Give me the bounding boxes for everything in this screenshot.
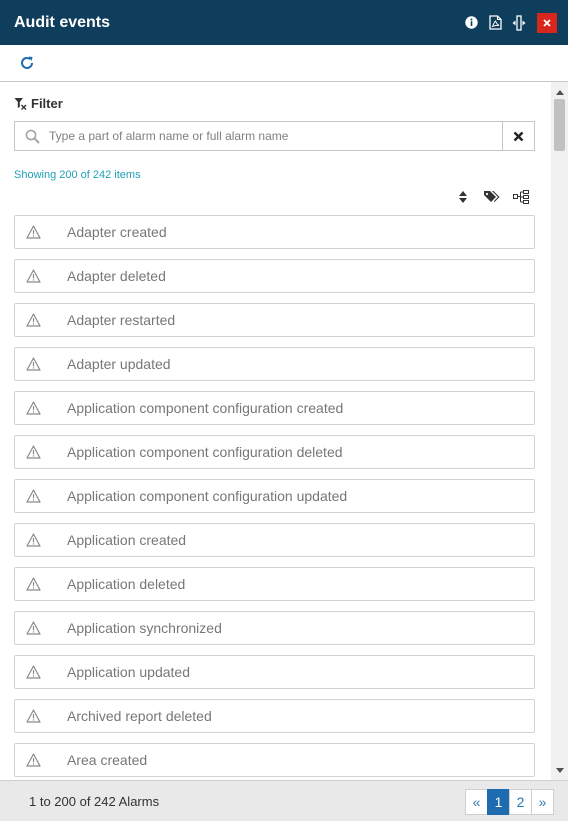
pager-page-1[interactable]: 1 <box>487 789 510 815</box>
pager-next[interactable]: » <box>531 789 554 815</box>
list-item[interactable]: Application component configuration crea… <box>14 391 535 425</box>
filter-icon <box>14 98 27 110</box>
refresh-icon[interactable] <box>18 54 36 72</box>
content-area: Filter Showing 200 of 242 items Adapter … <box>0 82 551 780</box>
warning-icon <box>26 269 46 283</box>
scroll-down-arrow-icon[interactable] <box>551 763 568 777</box>
list-item-label: Archived report deleted <box>67 708 212 724</box>
list-item[interactable]: Adapter deleted <box>14 259 535 293</box>
scrollbar-thumb[interactable] <box>554 99 565 151</box>
list-item-label: Adapter created <box>67 224 167 240</box>
toolbar <box>0 45 568 82</box>
window-title: Audit events <box>14 13 111 31</box>
tree-icon[interactable] <box>511 188 531 206</box>
list-tools <box>444 188 531 206</box>
sort-icon[interactable] <box>453 188 473 206</box>
list-item-label: Application component configuration upda… <box>67 488 348 504</box>
list-item-label: Application component configuration dele… <box>67 444 343 460</box>
list-item[interactable]: Archived report deleted <box>14 699 535 733</box>
pdf-icon[interactable] <box>487 15 503 31</box>
warning-icon <box>26 357 46 371</box>
list-item[interactable]: Application synchronized <box>14 611 535 645</box>
warning-icon <box>26 621 46 635</box>
list-item[interactable]: Application component configuration upda… <box>14 479 535 513</box>
warning-icon <box>26 709 46 723</box>
event-list: Adapter created Adapter deleted Adapter re… <box>14 215 535 780</box>
list-item-label: Application updated <box>67 664 190 680</box>
footer: 1 to 200 of 242 Alarms « 1 2 » <box>0 780 568 821</box>
list-item[interactable]: Application updated <box>14 655 535 689</box>
list-item-label: Application deleted <box>67 576 186 592</box>
footer-summary: 1 to 200 of 242 Alarms <box>29 794 160 809</box>
list-item[interactable]: Adapter created <box>14 215 535 249</box>
warning-icon <box>26 401 46 415</box>
warning-icon <box>26 533 46 547</box>
search-icon <box>15 122 49 150</box>
list-item[interactable]: Adapter restarted <box>14 303 535 337</box>
warning-icon <box>26 665 46 679</box>
info-icon[interactable] <box>463 15 479 31</box>
list-item-label: Application synchronized <box>67 620 222 636</box>
warning-icon <box>26 313 46 327</box>
pagination: « 1 2 » <box>465 789 554 815</box>
scrollbar[interactable] <box>551 82 568 780</box>
search-box <box>14 121 535 151</box>
warning-icon <box>26 225 46 239</box>
filter-label: Filter <box>31 96 63 111</box>
title-bar-actions <box>455 12 557 33</box>
list-item-label: Application component configuration crea… <box>67 400 344 416</box>
clear-icon <box>513 131 524 141</box>
list-item[interactable]: Adapter updated <box>14 347 535 381</box>
pager-page-2[interactable]: 2 <box>509 789 532 815</box>
list-item-label: Application created <box>67 532 187 548</box>
tags-icon[interactable] <box>482 188 502 206</box>
scroll-up-arrow-icon[interactable] <box>551 85 568 99</box>
search-input[interactable] <box>49 122 502 150</box>
warning-icon <box>26 577 46 591</box>
list-item-label: Adapter updated <box>67 356 171 372</box>
close-button[interactable] <box>537 12 557 33</box>
warning-icon <box>26 445 46 459</box>
list-item[interactable]: Application deleted <box>14 567 535 601</box>
title-bar: Audit events <box>0 0 568 45</box>
list-item-label: Adapter restarted <box>67 312 176 328</box>
close-icon <box>543 18 551 27</box>
pager-prev[interactable]: « <box>465 789 488 815</box>
list-item-label: Area created <box>67 752 148 768</box>
warning-icon <box>26 489 46 503</box>
warning-icon <box>26 753 46 767</box>
list-item-label: Adapter deleted <box>67 268 166 284</box>
clear-search-button[interactable] <box>502 122 534 150</box>
list-item[interactable]: Application created <box>14 523 535 557</box>
list-item[interactable]: Application component configuration dele… <box>14 435 535 469</box>
resize-columns-icon[interactable] <box>511 14 527 31</box>
items-count: Showing 200 of 242 items <box>14 169 141 181</box>
list-item[interactable]: Area created <box>14 743 535 777</box>
filter-header: Filter <box>14 96 63 111</box>
